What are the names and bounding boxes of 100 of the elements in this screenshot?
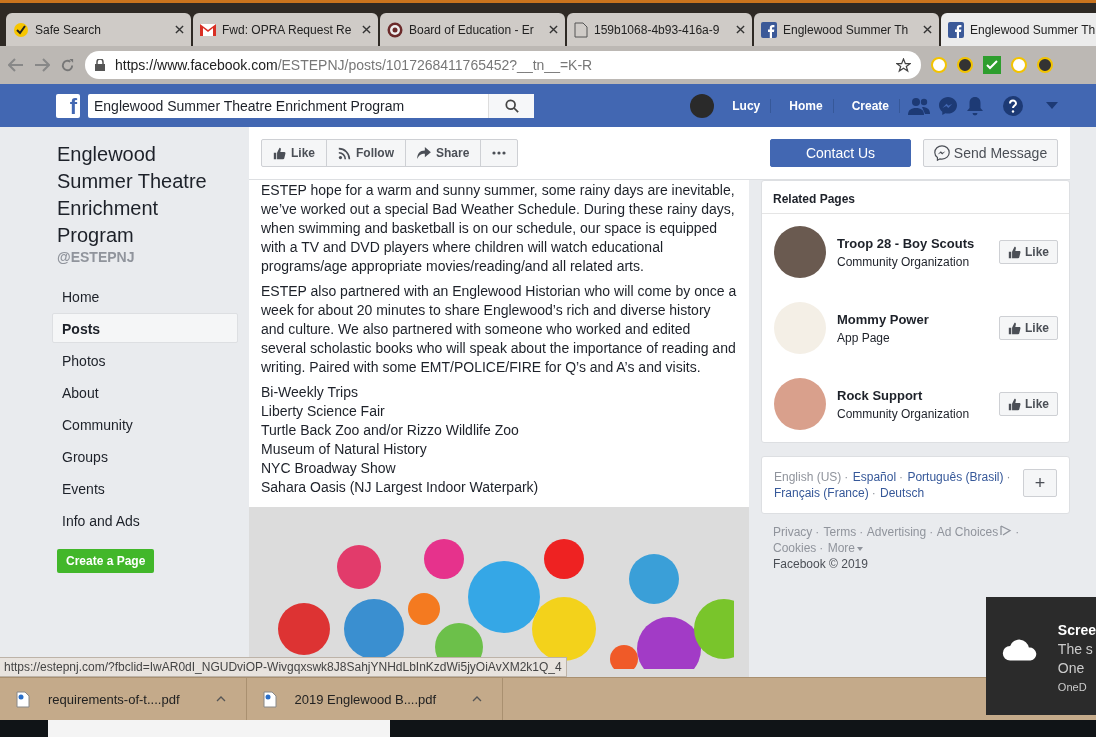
messenger-icon[interactable] — [938, 95, 958, 116]
separator-dot: · — [871, 486, 876, 500]
action-button[interactable]: Like — [262, 140, 327, 166]
separator-dot: · — [929, 525, 934, 539]
thumbs-up-icon — [273, 146, 286, 160]
cloud-icon — [1002, 637, 1038, 663]
friends-icon[interactable] — [908, 96, 930, 115]
facebook-logo[interactable]: f — [56, 93, 80, 118]
close-icon[interactable] — [736, 25, 745, 34]
post-list-item: Museum of Natural History — [260, 440, 428, 459]
sidebar-item[interactable]: Groups — [52, 441, 238, 471]
profile-link[interactable]: Lucy — [722, 98, 772, 113]
page-avatar[interactable] — [774, 226, 826, 278]
facebook-icon — [761, 21, 777, 38]
action-button[interactable]: Share — [406, 140, 482, 166]
separator-dot: · — [899, 470, 904, 484]
seal-icon — [387, 21, 403, 38]
search-icon — [504, 98, 519, 113]
lock-icon — [95, 59, 105, 71]
bell-icon[interactable] — [966, 95, 984, 116]
language-link[interactable]: Deutsch — [880, 486, 925, 500]
language-link[interactable]: Português (Brasil) — [907, 470, 1004, 484]
thumbs-up-icon — [1008, 397, 1021, 411]
sidebar-item[interactable]: About — [52, 377, 238, 407]
post-list-item: Bi-Weekly Trips — [260, 383, 359, 402]
caret-down-icon[interactable] — [1046, 102, 1058, 109]
close-icon[interactable] — [175, 25, 184, 34]
browser-tab[interactable]: Board of Education - Er — [380, 13, 565, 46]
star-icon[interactable] — [896, 57, 911, 73]
separator-dot: · — [1006, 470, 1011, 484]
more-languages-button[interactable]: + — [1023, 469, 1057, 497]
page-category: Community Organization — [837, 254, 971, 269]
send-message-button[interactable]: Send Message — [923, 139, 1058, 167]
toast-text: One — [1057, 659, 1086, 678]
chevron-up-icon[interactable] — [472, 696, 483, 702]
caret-down-icon — [857, 546, 864, 551]
nav-link[interactable]: Create — [841, 98, 900, 113]
page-name-link[interactable]: Rock Support — [837, 387, 999, 403]
copyright-text: Facebook © 2019 — [772, 556, 869, 572]
separator-dot: · — [844, 470, 849, 484]
sidebar-item[interactable]: Home — [52, 281, 238, 311]
pdf-file-icon — [262, 690, 277, 708]
user-avatar[interactable] — [690, 93, 715, 118]
language-link[interactable]: Español — [852, 470, 897, 484]
thumbs-up-icon — [1008, 321, 1021, 335]
browser-tab[interactable]: 159b1068-4b93-416a-9 — [567, 13, 752, 46]
close-icon[interactable] — [923, 25, 932, 34]
like-button[interactable]: Like — [999, 316, 1058, 340]
close-icon[interactable] — [549, 25, 558, 34]
contact-button[interactable]: Contact Us — [770, 139, 911, 167]
back-arrow-icon[interactable] — [8, 58, 24, 72]
chevron-up-icon[interactable] — [215, 696, 226, 702]
separator-dot: · — [859, 525, 864, 539]
browser-tab[interactable]: Englewood Summer Th — [754, 13, 939, 46]
document-icon — [574, 21, 588, 38]
checkmark-icon — [13, 21, 29, 38]
pdf-file-icon — [16, 690, 30, 708]
share-arrow-icon — [417, 147, 431, 159]
forward-arrow-icon[interactable] — [34, 58, 50, 72]
sidebar-item[interactable]: Events — [52, 473, 238, 503]
toast-title: Scree — [1057, 621, 1096, 640]
sidebar-item[interactable]: Community — [52, 409, 238, 439]
like-button[interactable]: Like — [999, 240, 1058, 264]
like-button[interactable]: Like — [999, 392, 1058, 416]
separator-dot: · — [819, 541, 824, 555]
toast-source: OneD — [1057, 680, 1088, 695]
ad-choices-icon — [1000, 525, 1013, 536]
separator-dot: · — [1015, 525, 1020, 539]
post-list-item: NYC Broadway Show — [260, 459, 397, 478]
nav-link[interactable]: Home — [779, 98, 834, 113]
page-name-link[interactable]: Troop 28 - Boy Scouts — [837, 235, 999, 251]
checkmark-icon[interactable] — [983, 56, 1001, 74]
sidebar-item[interactable]: Posts — [52, 313, 238, 343]
thumbs-up-icon — [1008, 245, 1021, 259]
sidebar-item[interactable]: Photos — [52, 345, 238, 375]
status-url: https://estepnj.com/?fbclid=IwAR0dI_NGUDviOP-Wivgqxswk8J8SahjYNHdLbInKzdWi5jyOiAvXM2k1Q_4 — [0, 657, 567, 677]
address-bar[interactable]: https://www.facebook.com/ESTEPNJ/posts/1017268411765452?__tn__=K-R — [85, 51, 921, 79]
sidebar-item[interactable]: Info and Ads — [52, 505, 238, 535]
browser-tab[interactable]: Fwd: OPRA Request Re — [193, 13, 378, 46]
help-icon[interactable] — [1002, 94, 1024, 117]
browser-tab[interactable]: Englewood Summer Th — [941, 13, 1096, 46]
search-button[interactable] — [488, 93, 534, 118]
post-paragraph: ESTEP also partnered with an Englewood Historian who will come by once a week for about 20 minutes to share Englewood’s rich and diverse history and culture. We also partnered with someone who worked and edited several scholastic books who will speak about the importance of reading and writing. Paired with some EMT/POLICE/FIRE for Q’s and A’s and visits. — [260, 282, 738, 377]
page-name-link[interactable]: Mommy Power — [837, 311, 999, 327]
page-title: Englewood Summer Theatre Enrichment Program — [56, 142, 208, 248]
browser-tab[interactable]: Safe Search — [6, 13, 191, 46]
toast-text: The s — [1057, 640, 1094, 659]
post-list-item: Turtle Back Zoo and/or Rizzo Wildlife Zoo — [260, 421, 520, 440]
page-category: App Page — [837, 330, 891, 345]
mail-icon — [200, 23, 216, 36]
action-button[interactable]: Follow — [327, 140, 406, 166]
post-paragraph: ESTEP hope for a warm and sunny summer, some rainy days are inevitable, we’ve worked out a special Bad Weather Schedule. During these rainy days, when swimming and basketball is on our schedule, our space is equipped with a TV and DVD players where children will watch educational programs/age appropriate movies/reading/and all related arts. — [260, 181, 736, 276]
reload-icon[interactable] — [60, 57, 75, 73]
close-icon[interactable] — [362, 25, 371, 34]
language-link[interactable]: Français (France) — [774, 486, 869, 500]
notification-toast[interactable]: Scree The s One OneD — [986, 597, 1096, 715]
post-list-item: Liberty Science Fair — [260, 402, 386, 421]
messenger-icon — [933, 145, 950, 161]
search-field[interactable]: Englewood Summer Theatre Enrichment Program — [88, 93, 534, 118]
post-list-item: Sahara Oasis (NJ Largest Indoor Waterpark) — [260, 478, 540, 497]
